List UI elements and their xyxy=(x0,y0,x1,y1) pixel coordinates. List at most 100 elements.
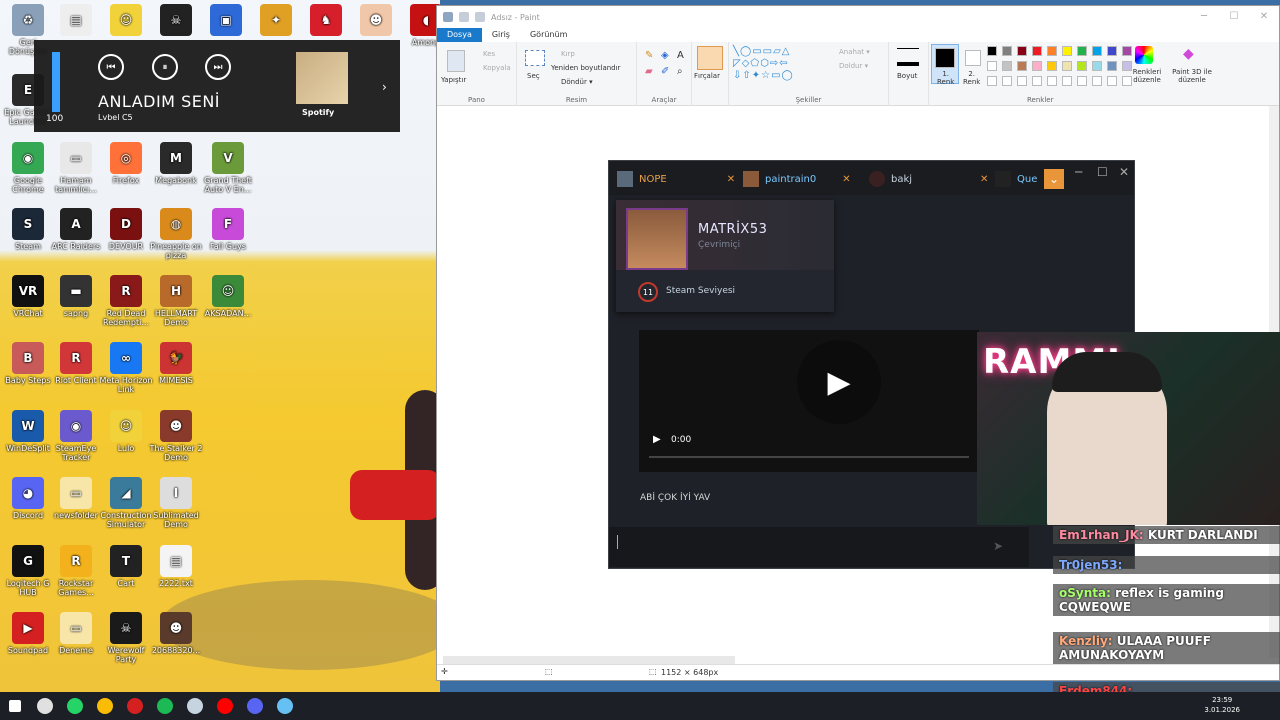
chat-input[interactable]: ➤ xyxy=(609,527,1029,567)
play-icon[interactable]: ▶ xyxy=(653,434,661,445)
chevron-right-icon[interactable]: › xyxy=(382,80,387,94)
desktop-icon[interactable]: R Rockstar Games... xyxy=(48,545,104,597)
palette-color[interactable] xyxy=(1077,46,1087,56)
desktop-icon[interactable]: M Megabonk xyxy=(148,142,204,185)
chat-tab-que[interactable]: Que xyxy=(995,169,1037,189)
color2-swatch[interactable] xyxy=(965,50,981,66)
save-icon[interactable] xyxy=(443,12,453,22)
palette-empty-slot[interactable] xyxy=(1032,76,1042,86)
taskbar-spotify-button[interactable] xyxy=(150,692,180,720)
horizontal-scrollbar[interactable] xyxy=(443,656,735,664)
desktop-icon[interactable]: V Grand Theft Auto V En... xyxy=(200,142,256,194)
avatar[interactable] xyxy=(626,208,688,270)
desktop-icon[interactable]: ◢ Construction Simulator xyxy=(98,477,154,529)
text-icon[interactable]: A xyxy=(677,50,684,61)
desktop-icon[interactable]: ▭ Deneme xyxy=(48,612,104,655)
shapes-gallery[interactable]: ╲◯▭▭▱△ ◸◇⬠⬡⇨⇦ ⇩⇧✦☆▭◯ xyxy=(733,46,794,82)
edit-colors-icon[interactable] xyxy=(1135,46,1153,64)
paint3d-button[interactable]: Paint 3D ile düzenle xyxy=(1169,68,1215,84)
taskbar-steam-button[interactable] xyxy=(270,692,300,720)
desktop-icon[interactable]: ▤ xyxy=(48,4,104,38)
desktop-icon[interactable]: ◉ SteamEye Tracker xyxy=(48,410,104,462)
magnifier-icon[interactable]: ⌕ xyxy=(677,66,683,77)
desktop-icon[interactable]: ☻ The Stalker 2 Demo xyxy=(148,410,204,462)
fill-icon[interactable]: ◈ xyxy=(661,50,669,61)
desktop-icon[interactable]: ☠ Werewolf Party xyxy=(98,612,154,664)
desktop-icon[interactable]: ☺ Lulo xyxy=(98,410,154,453)
palette-color[interactable] xyxy=(1002,46,1012,56)
undo-icon[interactable] xyxy=(459,12,469,22)
select-button[interactable]: Seç xyxy=(527,72,540,80)
taskbar-youtube-button[interactable] xyxy=(210,692,240,720)
palette-empty-slot[interactable] xyxy=(1002,76,1012,86)
desktop-icon[interactable]: D DEVOUR xyxy=(98,208,154,251)
palette-color[interactable] xyxy=(1107,61,1117,71)
palette-empty-slot[interactable] xyxy=(1047,76,1057,86)
brushes-button[interactable]: Fırçalar xyxy=(694,72,720,80)
palette-empty-slot[interactable] xyxy=(987,76,997,86)
desktop-icon[interactable]: ◎ Firefox xyxy=(98,142,154,185)
palette-color[interactable] xyxy=(1092,46,1102,56)
maximize-button[interactable]: ☐ xyxy=(1097,165,1108,179)
palette-color[interactable] xyxy=(1002,61,1012,71)
eraser-icon[interactable]: ▰ xyxy=(645,66,653,77)
palette-color[interactable] xyxy=(1047,61,1057,71)
taskbar-search-button[interactable] xyxy=(30,692,60,720)
fill-button[interactable]: Doldur ▾ xyxy=(839,62,868,70)
palette-color[interactable] xyxy=(1032,61,1042,71)
chat-tab-nope[interactable]: NOPE ✕ xyxy=(617,169,735,189)
palette-color[interactable] xyxy=(1122,46,1132,56)
tab-gorunum[interactable]: Görünüm xyxy=(520,28,577,42)
desktop-icon[interactable]: ☺ AKSADAN... xyxy=(200,275,256,318)
minimize-button[interactable]: ─ xyxy=(1189,6,1219,28)
palette-color[interactable] xyxy=(987,46,997,56)
select-icon[interactable] xyxy=(525,50,545,66)
send-icon[interactable]: ➤ xyxy=(993,539,1003,553)
taskbar-voicemeeter-button[interactable] xyxy=(120,692,150,720)
pause-button[interactable]: ⏸ xyxy=(152,54,178,80)
taskbar-steam-helper-button[interactable] xyxy=(180,692,210,720)
palette-empty-slot[interactable] xyxy=(1062,76,1072,86)
desktop-icon[interactable]: A ARC Raiders xyxy=(48,208,104,251)
taskbar-start-button[interactable] xyxy=(0,692,30,720)
volume-slider[interactable] xyxy=(52,52,60,112)
pencil-icon[interactable]: ✎ xyxy=(645,50,653,61)
chat-tab-paintrain[interactable]: paintrain0 ✕ xyxy=(743,169,851,189)
desktop-icon[interactable]: ♞ xyxy=(298,4,354,38)
redo-icon[interactable] xyxy=(475,12,485,22)
paste-button[interactable]: Yapıştır xyxy=(441,76,466,84)
size-icon[interactable] xyxy=(897,48,919,66)
palette-color[interactable] xyxy=(1092,61,1102,71)
resize-button[interactable]: Yeniden boyutlandır xyxy=(551,64,620,72)
desktop-icon[interactable]: F Fall Guys xyxy=(200,208,256,251)
desktop-icon[interactable]: ☻ xyxy=(348,4,404,38)
close-tab-icon[interactable]: ✕ xyxy=(842,174,850,185)
palette-empty-slot[interactable] xyxy=(1092,76,1102,86)
desktop-icon[interactable]: ◍ Pineapple on pizza xyxy=(148,208,204,260)
desktop-icon[interactable]: ∞ Meta Horizon Link xyxy=(98,342,154,394)
palette-color[interactable] xyxy=(1077,61,1087,71)
size-button[interactable]: Boyut xyxy=(897,72,917,80)
palette-color[interactable] xyxy=(1017,46,1027,56)
palette-color[interactable] xyxy=(1107,46,1117,56)
paste-icon[interactable] xyxy=(447,50,465,72)
desktop-icon[interactable]: R Red Dead Redempti... xyxy=(98,275,154,327)
tab-giris[interactable]: Giriş xyxy=(482,28,520,42)
previous-track-button[interactable]: ⏮ xyxy=(98,54,124,80)
close-tab-icon[interactable]: ✕ xyxy=(727,174,735,185)
taskbar-chrome-button[interactable] xyxy=(90,692,120,720)
copy-button[interactable]: Kopyala xyxy=(483,64,511,72)
chat-tab-bakj[interactable]: bakj ✕ xyxy=(869,169,988,189)
desktop-icon[interactable]: R Riot Client xyxy=(48,342,104,385)
paint3d-icon[interactable]: ◆ xyxy=(1183,46,1194,62)
desktop-icon[interactable]: ☠ xyxy=(148,4,204,38)
clock[interactable]: 23:59 3.01.2026 xyxy=(1204,695,1240,715)
rotate-button[interactable]: Döndür ▾ xyxy=(561,78,593,86)
palette-empty-slot[interactable] xyxy=(1107,76,1117,86)
palette-empty-slot[interactable] xyxy=(1017,76,1027,86)
tab-dosya[interactable]: Dosya xyxy=(437,28,482,42)
taskbar-discord-button[interactable] xyxy=(240,692,270,720)
outline-button[interactable]: Anahat ▾ xyxy=(839,48,870,56)
desktop-icon[interactable]: ▭ Hamam tanımlıcı... xyxy=(48,142,104,194)
palette-color[interactable] xyxy=(987,61,997,71)
